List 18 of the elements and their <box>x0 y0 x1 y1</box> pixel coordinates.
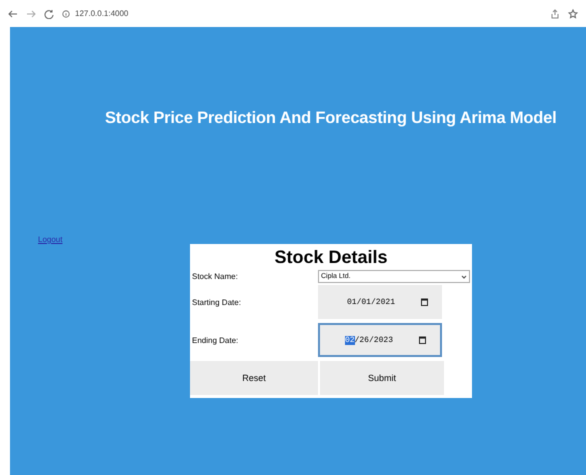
info-icon[interactable] <box>62 10 70 18</box>
share-icon[interactable] <box>550 8 560 18</box>
date-field[interactable]: 02/26/2023 <box>318 323 442 357</box>
page-title: Stock Price Prediction And Forecasting Using Arima Model <box>105 109 557 128</box>
date-field[interactable]: 01/01/2021 <box>318 285 442 319</box>
calendar-icon[interactable] <box>419 336 426 344</box>
back-icon[interactable] <box>8 8 18 18</box>
address-bar[interactable]: 127.0.0.1:4000 <box>75 9 128 18</box>
form-button[interactable]: Submit <box>320 361 444 395</box>
field-label: Ending Date: <box>191 336 240 344</box>
star-icon[interactable] <box>568 8 578 18</box>
calendar-icon[interactable] <box>421 298 428 306</box>
form-button[interactable]: Reset <box>190 361 318 395</box>
form-heading: Stock Details <box>273 247 389 268</box>
field-label: Stock Name: <box>191 272 239 281</box>
field-label: Starting Date: <box>191 298 242 306</box>
reload-icon[interactable] <box>44 8 54 18</box>
chevron-down-icon <box>461 274 467 280</box>
